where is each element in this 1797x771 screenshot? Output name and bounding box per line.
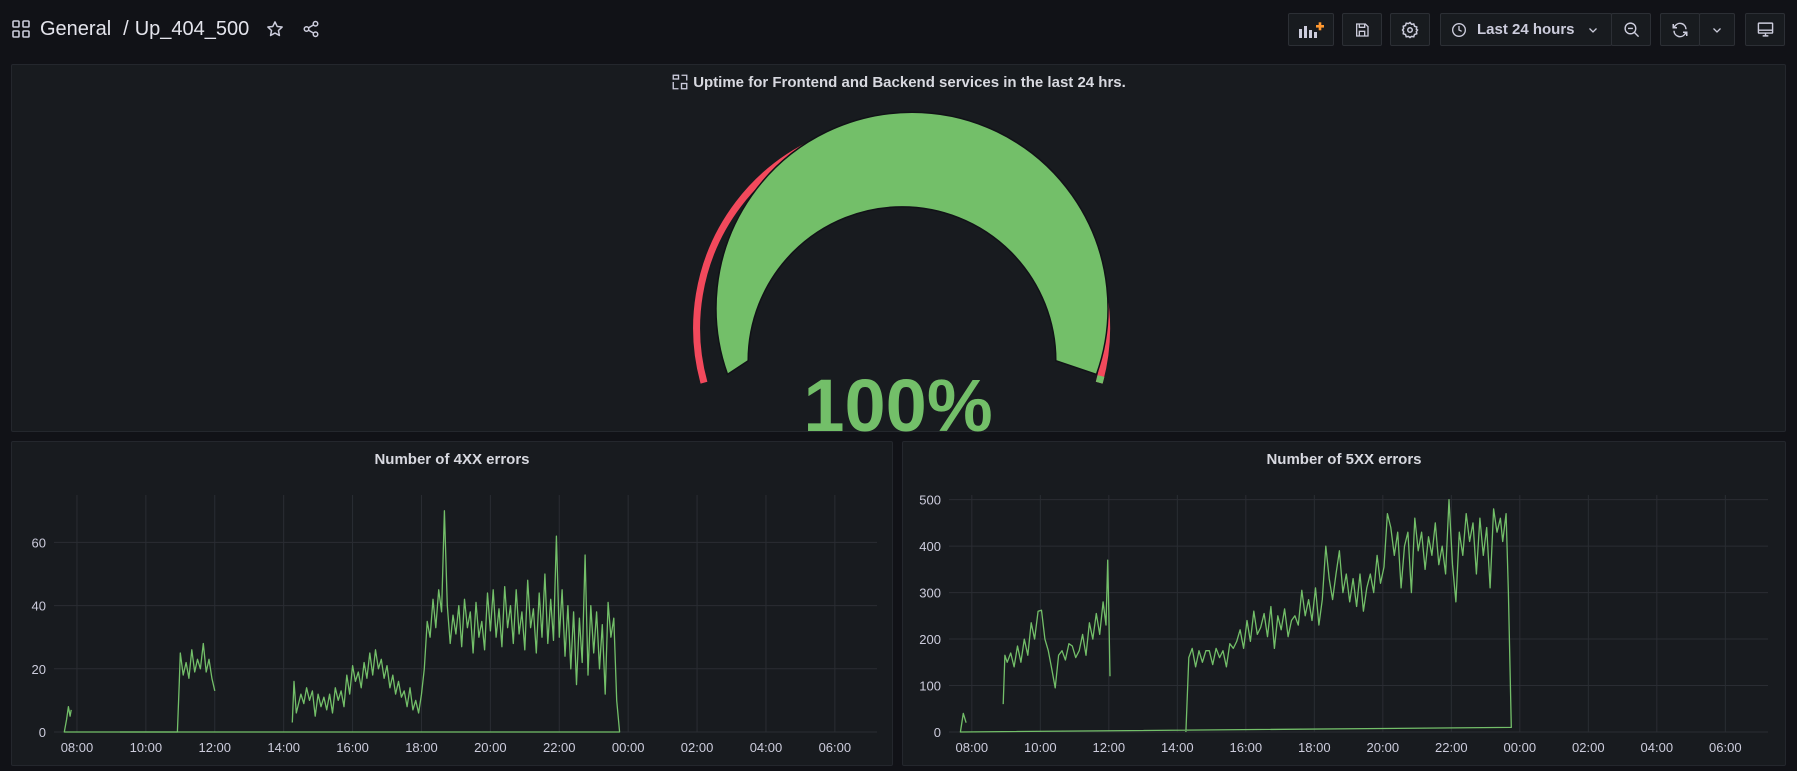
x-tick-label: 04:00 [750,740,783,755]
apps-grid-icon[interactable] [12,20,30,38]
x-tick-label: 14:00 [1161,740,1194,755]
x-tick-label: 16:00 [1230,740,1263,755]
x-tick-label: 12:00 [198,740,231,755]
gauge-value-arc [715,111,1109,376]
time-range-picker[interactable]: Last 24 hours [1440,13,1612,46]
breadcrumb: General / Up_404_500 [12,14,321,44]
x-tick-label: 18:00 [405,740,438,755]
gauge-value: 100% [803,364,992,433]
refresh-icon [1672,22,1688,37]
x-tick-label: 02:00 [681,740,714,755]
y-tick-label: 20 [32,662,46,677]
5xx-errors-chart: 08:00 10:00 12:00 14:00 16:00 18:00 20:00 22:00… [919,493,1768,755]
add-panel-icon [1299,21,1324,38]
x-tick-label: 00:00 [612,740,645,755]
x-tick-label: 22:00 [1435,740,1468,755]
tv-mode-button[interactable] [1745,13,1785,46]
tv-mode-icon [1757,22,1773,37]
y-tick-label: 400 [919,539,941,554]
time-range-label: Last 24 hours [1477,21,1575,38]
y-tick-label: 0 [934,725,941,740]
chevron-down-icon [1713,27,1721,33]
x-tick-label: 14:00 [267,740,300,755]
4xx-series-line [63,510,621,733]
x-tick-label: 16:00 [336,740,369,755]
uptime-gauge-panel[interactable]: Uptime for Frontend and Backend services… [11,64,1786,433]
breadcrumb-separator: / [123,17,129,40]
clock-icon [1452,22,1466,37]
x-tick-label: 08:00 [61,740,94,755]
5xx-errors-panel[interactable]: Number of 5XX errors 08:00 10:00 12:00 14:0… [902,441,1786,766]
breadcrumb-folder[interactable]: General [40,18,111,41]
x-tick-label: 06:00 [819,740,852,755]
star-icon[interactable] [265,19,285,39]
y-tick-label: 200 [919,632,941,647]
settings-icon [1401,20,1419,38]
dashboard-title[interactable]: Up_404_500 [135,18,250,41]
y-tick-label: 40 [32,599,46,614]
4xx-series-line [120,642,216,733]
x-tick-label: 00:00 [1504,740,1537,755]
gauge-canvas: 100% [693,111,1111,433]
dashboard-settings-button[interactable] [1390,13,1430,46]
top-bar: General / Up_404_500 Last 24 hours [0,0,1797,58]
x-tick-label: 08:00 [956,740,989,755]
4xx-errors-chart: 08:00 10:00 12:00 14:00 16:00 18:00 20:00 22:00… [32,495,877,755]
x-tick-label: 10:00 [130,740,163,755]
x-tick-label: 04:00 [1641,740,1674,755]
x-tick-label: 12:00 [1093,740,1126,755]
y-tick-label: 60 [32,535,46,550]
4xx-errors-panel[interactable]: Number of 4XX errors 08:00 10:00 12:00 14:0… [11,441,893,766]
y-tick-label: 100 [919,679,941,694]
5xx-series-line [1002,559,1111,705]
x-tick-label: 06:00 [1709,740,1742,755]
x-tick-label: 20:00 [474,740,507,755]
add-panel-button[interactable] [1288,13,1334,46]
save-dashboard-button[interactable] [1342,13,1382,46]
refresh-button[interactable] [1660,13,1700,46]
x-tick-label: 10:00 [1024,740,1057,755]
share-icon[interactable] [301,19,321,39]
chevron-down-icon [1588,27,1597,33]
refresh-interval-button[interactable] [1699,13,1735,46]
x-tick-label: 18:00 [1298,740,1331,755]
save-icon [1356,22,1369,37]
y-tick-label: 300 [919,586,941,601]
x-tick-label: 20:00 [1367,740,1400,755]
x-tick-label: 02:00 [1572,740,1605,755]
y-tick-label: 500 [919,493,941,508]
zoom-out-button[interactable] [1611,13,1651,46]
zoom-out-icon [1623,22,1639,38]
gauge-threshold-ring-ok [1095,375,1105,384]
x-tick-label: 22:00 [543,740,576,755]
y-tick-label: 0 [39,725,46,740]
5xx-series-line [959,498,1512,733]
